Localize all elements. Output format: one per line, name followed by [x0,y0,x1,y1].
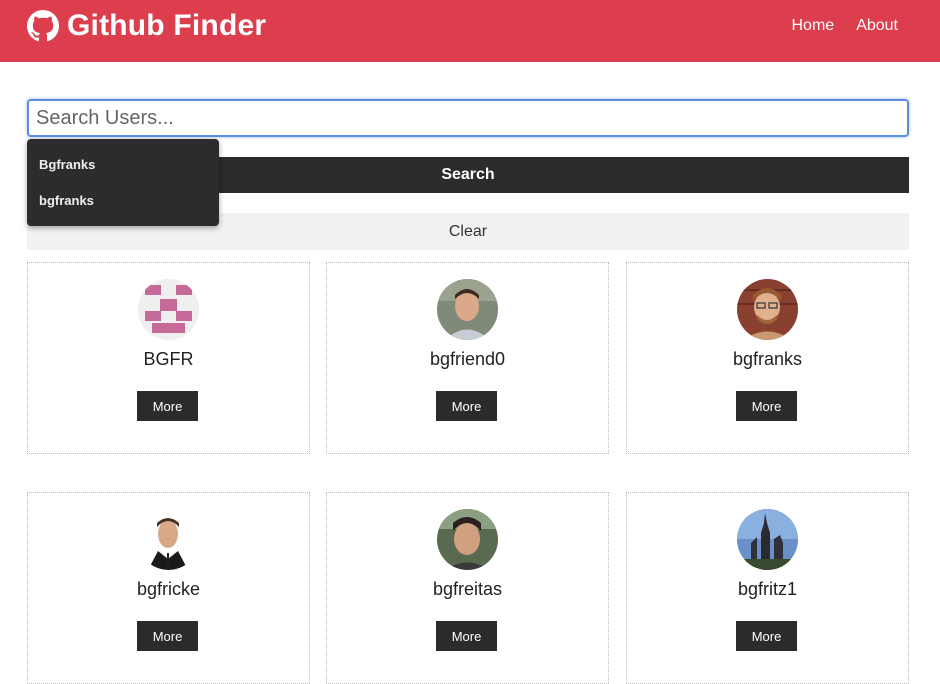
github-icon [27,10,59,42]
user-photo [437,509,498,570]
avatar [138,509,199,570]
user-card: bgfreitas More [326,492,609,684]
more-button[interactable]: More [436,391,497,421]
user-card: bgfranks More [626,262,909,454]
user-card: bgfriend0 More [326,262,609,454]
avatar [437,279,498,340]
nav-links: Home About [770,16,899,36]
username: BGFR [143,349,194,369]
autocomplete-item[interactable]: Bgfranks [27,149,219,185]
autocomplete-item[interactable]: bgfranks [27,185,219,221]
username: bgfritz1 [737,579,798,599]
navbar: Github Finder Home About [0,0,940,62]
avatar [737,509,798,570]
username: bgfriend0 [429,349,506,369]
user-photo [437,279,498,340]
autocomplete-dropdown: Bgfranks bgfranks [27,139,219,226]
brand[interactable]: Github Finder [27,8,266,44]
more-button[interactable]: More [736,621,797,651]
username: bgfricke [136,579,201,599]
user-card: bgfritz1 More [626,492,909,684]
user-photo [138,509,199,570]
user-card: BGFR More [27,262,310,454]
nav-link-about[interactable]: About [856,16,898,36]
more-button[interactable]: More [137,391,198,421]
user-photo [737,279,798,340]
username: bgfreitas [432,579,503,599]
user-photo [737,509,798,570]
identicon-avatar [138,279,199,340]
username: bgfranks [732,349,803,369]
more-button[interactable]: More [137,621,198,651]
avatar [437,509,498,570]
avatar [737,279,798,340]
user-card: bgfricke More [27,492,310,684]
more-button[interactable]: More [436,621,497,651]
search-input[interactable] [27,99,909,137]
app-title: Github Finder [67,9,267,42]
avatar [138,279,199,340]
nav-link-home[interactable]: Home [792,16,835,36]
more-button[interactable]: More [736,391,797,421]
